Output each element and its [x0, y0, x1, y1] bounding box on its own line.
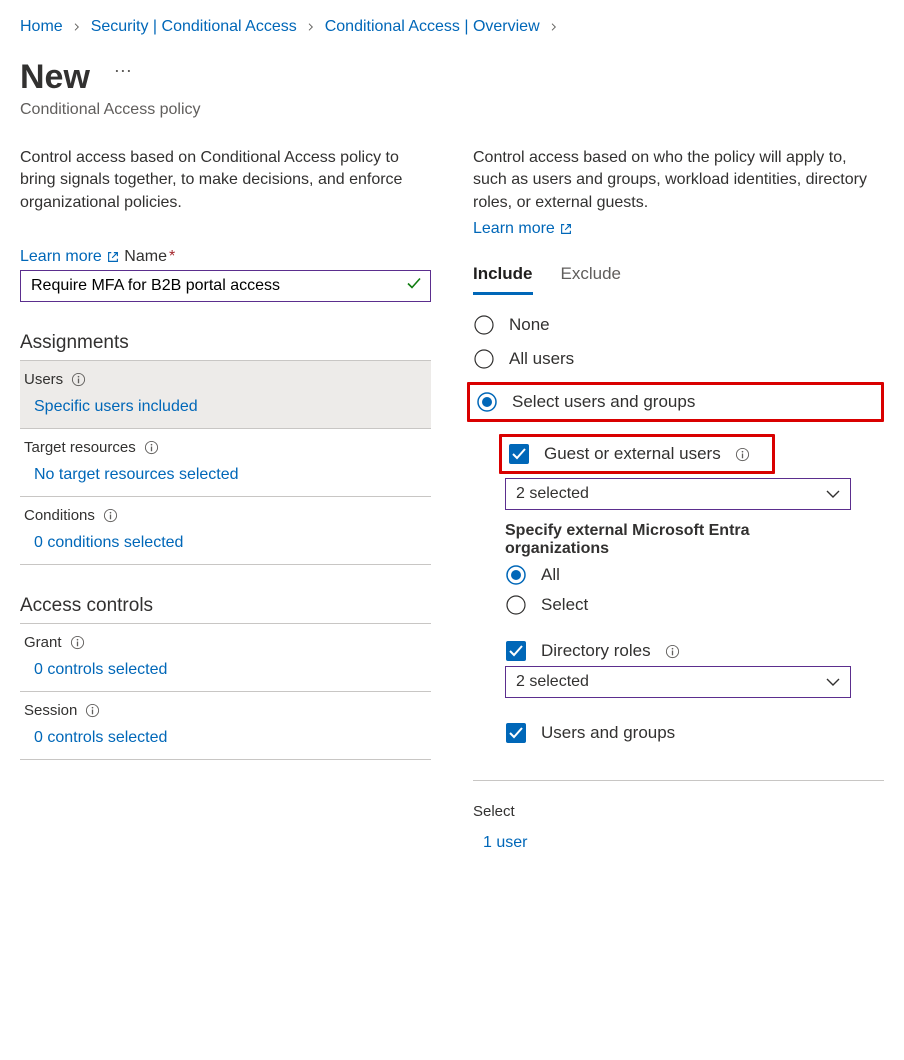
checkbox-checked-icon: [505, 722, 527, 744]
radio-all-users[interactable]: All users: [473, 348, 884, 370]
assign-target-label: Target resources: [24, 439, 136, 456]
checkbox-checked-icon: [505, 640, 527, 662]
select-heading: Select: [473, 803, 884, 820]
name-label: Name*: [124, 248, 175, 266]
info-icon[interactable]: [70, 635, 85, 650]
chevron-right-icon: [73, 18, 81, 36]
external-link-icon: [106, 250, 120, 264]
learn-more-label: Learn more: [20, 248, 102, 266]
specify-orgs-header: Specify external Microsoft Entra organiz…: [505, 522, 835, 558]
section-assignments: Assignments: [20, 332, 431, 354]
control-grant[interactable]: Grant 0 controls selected: [20, 624, 431, 692]
assign-conditions[interactable]: Conditions 0 conditions selected: [20, 497, 431, 565]
check-icon: [405, 275, 423, 298]
breadcrumb-overview[interactable]: Conditional Access | Overview: [325, 18, 540, 36]
info-icon[interactable]: [71, 372, 86, 387]
info-icon[interactable]: [665, 644, 680, 659]
radio-unchecked-icon: [473, 314, 495, 336]
assign-target-value[interactable]: No target resources selected: [34, 466, 239, 484]
external-link-icon: [559, 222, 573, 236]
name-input[interactable]: [20, 270, 431, 302]
left-intro: Control access based on Conditional Acce…: [20, 147, 431, 214]
tab-exclude[interactable]: Exclude: [561, 264, 621, 295]
control-session-label: Session: [24, 702, 77, 719]
check-guest-external[interactable]: Guest or external users: [508, 443, 750, 465]
assign-conditions-label: Conditions: [24, 507, 95, 524]
radio-none[interactable]: None: [473, 314, 884, 336]
more-menu-button[interactable]: ⋯: [114, 62, 132, 84]
select-users-link[interactable]: 1 user: [483, 834, 527, 852]
info-icon[interactable]: [85, 703, 100, 718]
assign-users-label: Users: [24, 371, 63, 388]
radio-checked-icon: [505, 564, 527, 586]
assign-users[interactable]: Users Specific users included: [20, 361, 431, 429]
chevron-right-icon: [307, 18, 315, 36]
radio-unchecked-icon: [505, 594, 527, 616]
control-session-value[interactable]: 0 controls selected: [34, 729, 167, 747]
chevron-down-icon: [826, 489, 840, 499]
breadcrumb: Home Security | Conditional Access Condi…: [20, 18, 884, 36]
check-directory-roles[interactable]: Directory roles: [505, 640, 884, 662]
radio-select-users-groups[interactable]: Select users and groups: [476, 391, 695, 413]
control-grant-value[interactable]: 0 controls selected: [34, 661, 167, 679]
required-star: *: [169, 248, 175, 265]
control-grant-label: Grant: [24, 634, 62, 651]
check-users-and-groups[interactable]: Users and groups: [505, 722, 884, 744]
radio-unchecked-icon: [473, 348, 495, 370]
info-icon[interactable]: [735, 447, 750, 462]
radio-orgs-all[interactable]: All: [505, 564, 884, 586]
page-subtitle: Conditional Access policy: [20, 101, 884, 119]
page-title: New: [20, 58, 90, 97]
radio-checked-icon: [476, 391, 498, 413]
guest-types-dropdown[interactable]: 2 selected: [505, 478, 851, 510]
assign-users-value[interactable]: Specific users included: [34, 398, 198, 416]
learn-more-left[interactable]: Learn more: [20, 248, 120, 266]
info-icon[interactable]: [144, 440, 159, 455]
learn-more-right[interactable]: Learn more: [473, 220, 573, 238]
info-icon[interactable]: [103, 508, 118, 523]
tab-include[interactable]: Include: [473, 264, 533, 295]
assign-conditions-value[interactable]: 0 conditions selected: [34, 534, 183, 552]
control-session[interactable]: Session 0 controls selected: [20, 692, 431, 760]
breadcrumb-security[interactable]: Security | Conditional Access: [91, 18, 297, 36]
radio-orgs-select[interactable]: Select: [505, 594, 884, 616]
learn-more-label: Learn more: [473, 220, 555, 238]
assign-target[interactable]: Target resources No target resources sel…: [20, 429, 431, 497]
directory-roles-dropdown[interactable]: 2 selected: [505, 666, 851, 698]
chevron-down-icon: [826, 677, 840, 687]
checkbox-checked-icon: [508, 443, 530, 465]
right-intro: Control access based on who the policy w…: [473, 147, 884, 214]
breadcrumb-home[interactable]: Home: [20, 18, 63, 36]
section-access-controls: Access controls: [20, 595, 431, 617]
include-exclude-tabs: Include Exclude: [473, 264, 884, 296]
chevron-right-icon: [550, 18, 558, 36]
